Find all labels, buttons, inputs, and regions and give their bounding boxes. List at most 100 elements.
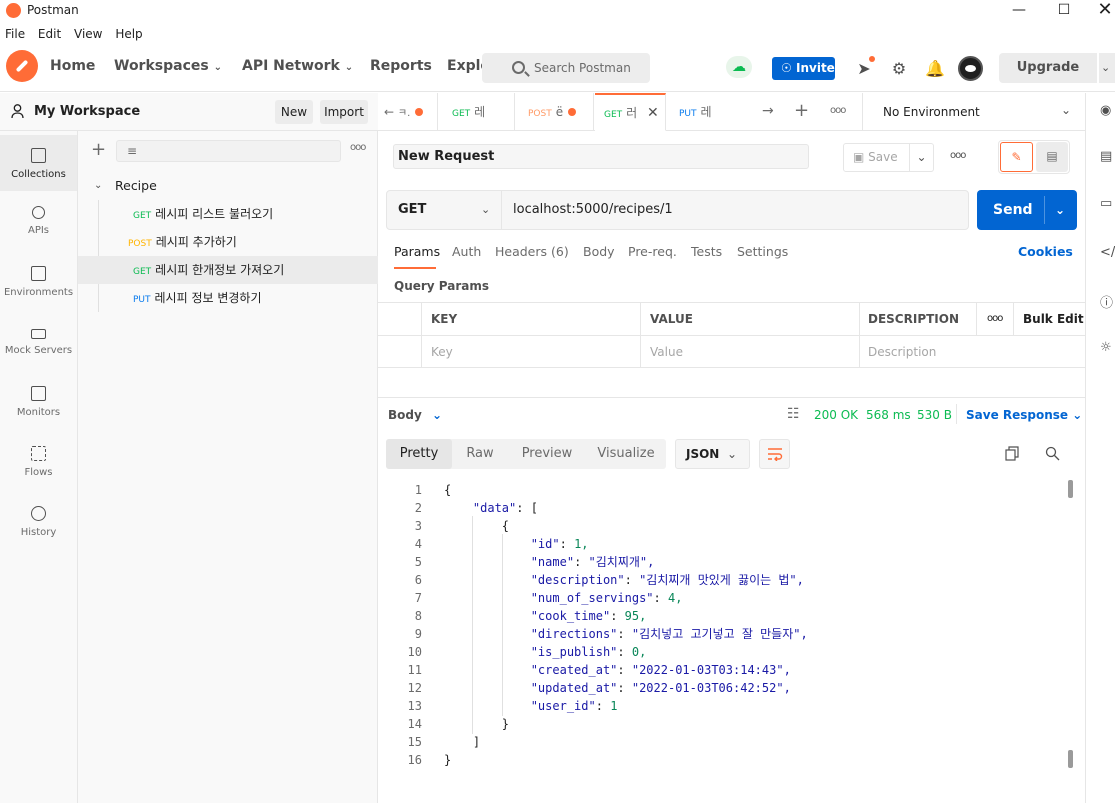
upgrade-dropdown-chevron-icon[interactable]: ⌄: [1099, 53, 1115, 83]
nav-explore[interactable]: Explo: [447, 58, 482, 74]
request-item[interactable]: POST 레시피 추가하기: [78, 228, 378, 256]
new-button[interactable]: New: [275, 100, 313, 124]
param-value-input[interactable]: Value: [641, 336, 860, 368]
code-icon[interactable]: </: [1100, 245, 1115, 261]
subtab-tests[interactable]: Tests: [691, 244, 722, 259]
subtab-prerequest[interactable]: Pre-req.: [628, 244, 677, 259]
more-options-icon[interactable]: ooo: [350, 142, 366, 153]
rail-apis[interactable]: APIs: [0, 195, 77, 251]
workspace-name[interactable]: My Workspace: [34, 104, 140, 119]
cookies-link[interactable]: Cookies: [1018, 244, 1073, 259]
postman-home-logo-icon[interactable]: [6, 50, 38, 82]
nav-home[interactable]: Home: [50, 58, 95, 74]
view-mode-tabs: Pretty Raw Preview Visualize: [386, 439, 666, 469]
menu-file[interactable]: File: [5, 24, 25, 44]
param-key-input[interactable]: Key: [422, 336, 641, 368]
search-input[interactable]: Search Postman: [482, 53, 650, 83]
tab[interactable]: PUT 레: [667, 93, 755, 131]
bulk-edit-button[interactable]: Bulk Edit: [1014, 303, 1085, 335]
method-label: GET: [398, 202, 427, 217]
chevron-down-icon[interactable]: ⌄: [1061, 103, 1071, 117]
subtab-settings[interactable]: Settings: [737, 244, 788, 259]
lightbulb-icon[interactable]: ☼: [1100, 340, 1115, 356]
status-code[interactable]: 200 OK: [814, 408, 858, 422]
documentation-icon[interactable]: ▤: [1100, 149, 1115, 165]
response-size[interactable]: 530 B: [917, 408, 952, 422]
rail-history[interactable]: History: [0, 495, 77, 551]
param-description-input[interactable]: Description: [859, 336, 1085, 368]
tab[interactable]: GET 레: [439, 93, 515, 131]
gear-icon[interactable]: ⚙: [888, 58, 910, 80]
method-select[interactable]: GET ⌄: [387, 191, 502, 229]
request-item[interactable]: PUT 레시피 정보 변경하기: [78, 284, 378, 312]
request-item[interactable]: GET 레시피 리스트 불러오기: [78, 200, 378, 228]
close-icon[interactable]: ✕: [647, 105, 659, 121]
save-response-button[interactable]: Save Response ⌄: [966, 408, 1082, 422]
tab-active[interactable]: GET 러 ✕: [595, 93, 666, 131]
tab-back[interactable]: ← ㅋ.: [378, 93, 438, 131]
rail-mock-servers[interactable]: Mock Servers: [0, 315, 77, 371]
view-pretty[interactable]: Pretty: [386, 439, 452, 469]
maximize-icon[interactable]: ☐: [1044, 0, 1084, 22]
avatar[interactable]: [958, 56, 983, 81]
nav-reports[interactable]: Reports: [370, 58, 432, 74]
close-window-icon[interactable]: ✕: [1085, 0, 1115, 22]
invite-button[interactable]: ☉ Invite: [772, 57, 835, 80]
view-raw[interactable]: Raw: [452, 439, 508, 469]
subtab-params[interactable]: Params: [394, 244, 440, 259]
minimize-icon[interactable]: —: [999, 0, 1039, 22]
send-label: Send: [993, 202, 1033, 218]
scrollbar-thumb-bottom[interactable]: [1068, 750, 1073, 768]
menu-view[interactable]: View: [74, 24, 102, 44]
tab-options-icon[interactable]: ooo: [830, 105, 846, 116]
view-preview[interactable]: Preview: [508, 439, 586, 469]
send-dropdown-chevron-icon[interactable]: ⌄: [1055, 190, 1065, 230]
nav-api-network[interactable]: API Network ⌄: [242, 58, 353, 74]
collection-recipe[interactable]: ⌄ Recipe: [78, 172, 378, 200]
eye-icon[interactable]: ◉: [1100, 103, 1115, 119]
rail-environments[interactable]: Environments: [0, 255, 77, 311]
view-visualize[interactable]: Visualize: [586, 439, 666, 469]
nav-workspaces[interactable]: Workspaces ⌄: [114, 58, 222, 74]
comment-icon[interactable]: ▤: [1036, 142, 1068, 172]
filter-input[interactable]: ≡: [116, 140, 341, 162]
environment-selector[interactable]: No Environment: [883, 105, 980, 119]
send-button[interactable]: Send ⌄: [977, 190, 1077, 230]
response-time[interactable]: 568 ms: [866, 408, 911, 422]
params-options-icon[interactable]: ooo: [977, 303, 1014, 335]
subtab-auth[interactable]: Auth: [452, 244, 481, 259]
rail-monitors[interactable]: Monitors: [0, 375, 77, 431]
tab[interactable]: POST ё: [516, 93, 594, 131]
save-dropdown-chevron-icon[interactable]: ⌄: [910, 143, 934, 172]
response-body-dropdown[interactable]: Body ⌄: [388, 408, 442, 422]
menu-edit[interactable]: Edit: [38, 24, 61, 44]
request-name-field[interactable]: New Request: [393, 144, 809, 169]
request-item-active[interactable]: GET 레시피 한개정보 가져오기: [78, 256, 378, 284]
format-select[interactable]: JSON ⌄: [675, 439, 750, 469]
postman-logo-icon: [6, 3, 21, 18]
search-icon[interactable]: [1045, 446, 1060, 461]
arrow-right-icon[interactable]: →: [762, 103, 774, 119]
comments-icon[interactable]: ▭: [1100, 196, 1115, 212]
upgrade-button[interactable]: Upgrade: [999, 53, 1097, 83]
scrollbar-thumb-top[interactable]: [1068, 480, 1073, 498]
copy-icon[interactable]: [1005, 446, 1019, 461]
url-input[interactable]: localhost:5000/recipes/1: [513, 191, 673, 229]
menu-help[interactable]: Help: [115, 24, 142, 44]
import-button[interactable]: Import: [320, 100, 368, 124]
save-button[interactable]: ▣ Save: [843, 143, 910, 172]
rail-flows[interactable]: Flows: [0, 435, 77, 491]
globe-icon[interactable]: ☷: [787, 406, 800, 422]
line-number: 12: [407, 681, 422, 695]
rail-collections[interactable]: Collections: [0, 135, 77, 191]
subtab-headers[interactable]: Headers (6): [495, 244, 569, 259]
info-icon[interactable]: ⓘ: [1100, 292, 1115, 311]
wrap-lines-button[interactable]: [759, 439, 790, 469]
bell-icon[interactable]: 🔔: [924, 58, 946, 80]
edit-pencil-icon[interactable]: ✎: [1000, 142, 1033, 172]
add-collection-icon[interactable]: +: [91, 140, 106, 160]
sync-status-cloud-icon[interactable]: ☁: [726, 56, 752, 78]
subtab-body[interactable]: Body: [583, 244, 615, 259]
request-options-icon[interactable]: ooo: [950, 150, 966, 161]
new-tab-plus-icon[interactable]: +: [794, 100, 809, 121]
